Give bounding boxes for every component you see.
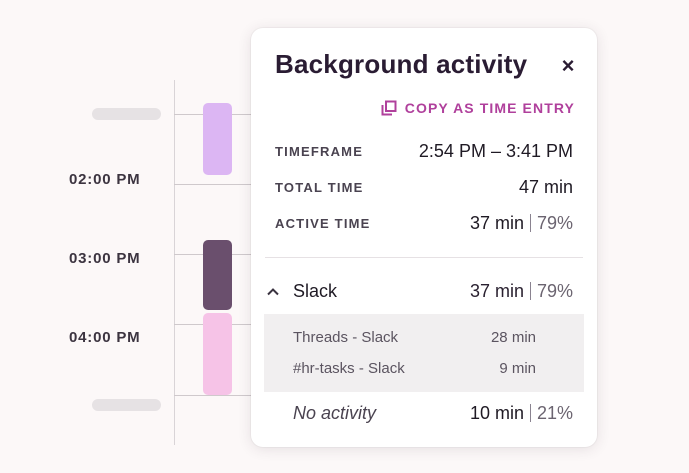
time-label-0400pm: 04:00 PM — [69, 329, 141, 346]
active-time-row: ACTIVE TIME 37 min 79% — [275, 213, 573, 234]
window-time: 28 min — [490, 329, 536, 346]
timeframe-label: TIMEFRAME — [275, 144, 364, 159]
timeline-axis — [174, 80, 175, 445]
gridline — [174, 184, 252, 185]
no-activity-label: No activity — [293, 403, 377, 423]
total-time-value: 47 min — [518, 177, 573, 197]
gridline — [174, 395, 252, 396]
list-item: Threads - Slack 28 min — [293, 329, 536, 346]
copy-label: COPY AS TIME ENTRY — [404, 100, 575, 116]
active-time-percent: 79% — [536, 213, 573, 233]
time-label-0300pm: 03:00 PM — [69, 250, 141, 267]
active-time-value: 37 min — [469, 213, 524, 233]
activity-block[interactable] — [203, 313, 232, 395]
total-time-label: TOTAL TIME — [275, 180, 364, 195]
list-item: #hr-tasks - Slack 9 min — [293, 360, 536, 377]
chevron-up-icon — [267, 287, 279, 295]
activity-block[interactable] — [203, 103, 232, 175]
active-time-label: ACTIVE TIME — [275, 216, 371, 231]
active-time-value-group: 37 min 79% — [470, 213, 573, 234]
app-toggle-slack[interactable]: Slack — [265, 281, 337, 302]
no-activity-row: No activity 10 min 21% — [293, 403, 573, 424]
window-title: #hr-tasks - Slack — [293, 360, 405, 377]
divider-bar — [529, 214, 531, 232]
total-time-row: TOTAL TIME 47 min — [275, 177, 573, 198]
copy-icon — [381, 100, 397, 116]
no-activity-value-group: 10 min 21% — [470, 403, 573, 424]
background-activity-panel: Background activity × COPY AS TIME ENTRY… — [251, 28, 597, 447]
window-title: Threads - Slack — [293, 329, 399, 346]
window-time: 9 min — [499, 360, 536, 377]
section-divider — [265, 257, 583, 258]
no-activity-time: 10 min — [469, 403, 524, 423]
timeline-placeholder-pill — [92, 108, 161, 120]
app-time-group: 37 min 79% — [470, 281, 573, 302]
divider-bar — [529, 282, 531, 300]
close-icon[interactable]: × — [556, 54, 580, 78]
no-activity-percent: 21% — [536, 403, 573, 423]
app-percent: 79% — [536, 281, 573, 301]
app-details: Threads - Slack 28 min #hr-tasks - Slack… — [264, 314, 584, 392]
divider-bar — [529, 404, 531, 422]
time-label-0200pm: 02:00 PM — [69, 171, 141, 188]
app-row-slack: Slack 37 min 79% — [265, 281, 573, 302]
timeframe-value: 2:54 PM – 3:41 PM — [418, 141, 573, 161]
app-time: 37 min — [469, 281, 524, 301]
activity-block-selected[interactable] — [203, 240, 232, 310]
timeline-placeholder-pill — [92, 399, 161, 411]
copy-as-time-entry-button[interactable]: COPY AS TIME ENTRY — [381, 100, 575, 116]
timeframe-row: TIMEFRAME 2:54 PM – 3:41 PM — [275, 141, 573, 162]
panel-title: Background activity — [275, 49, 528, 79]
app-name: Slack — [293, 281, 338, 301]
